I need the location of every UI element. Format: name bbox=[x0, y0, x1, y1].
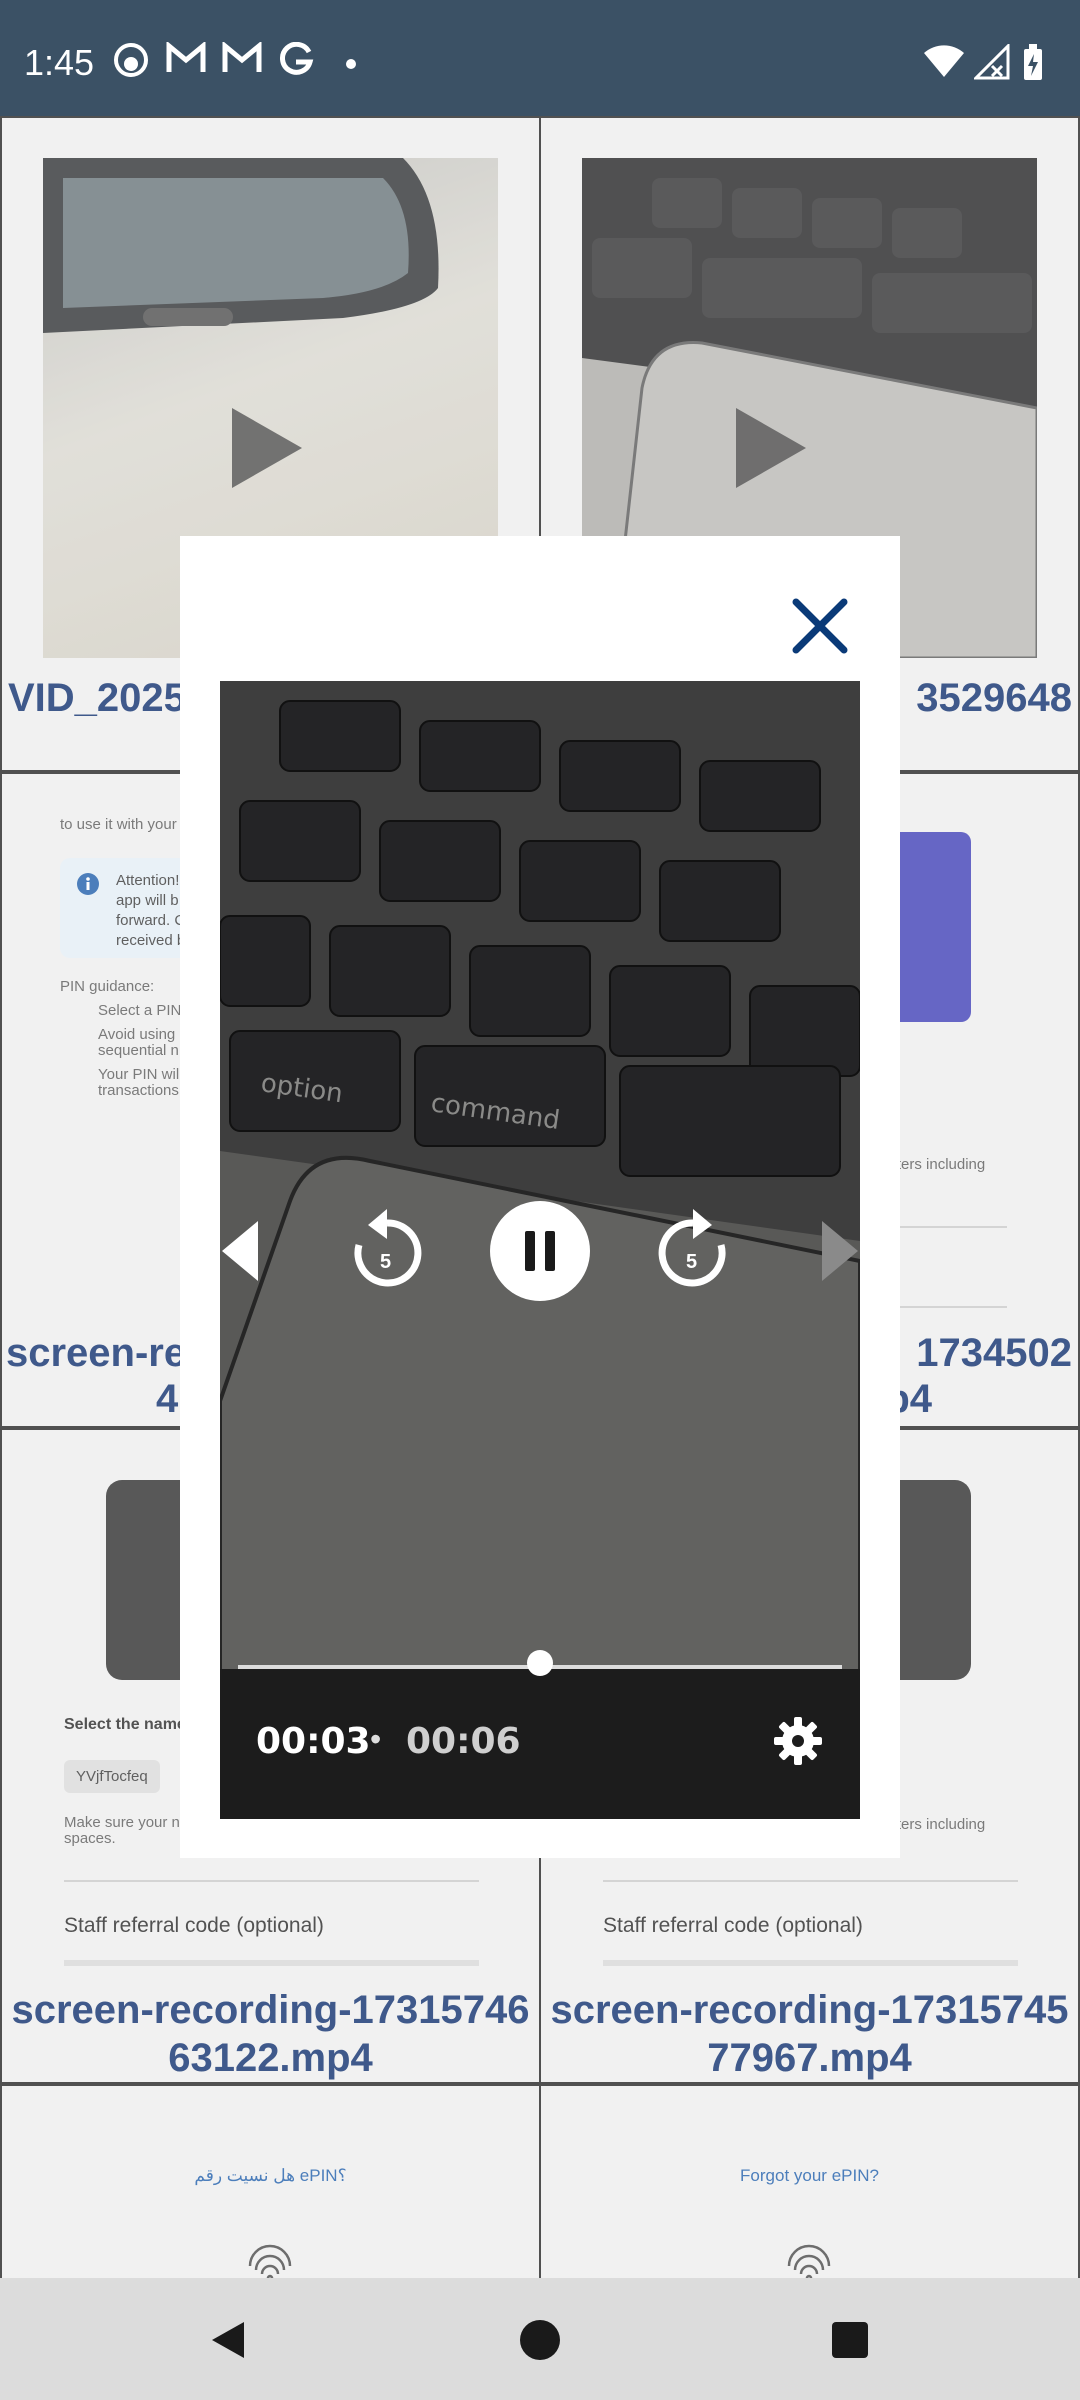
seek-thumb[interactable] bbox=[527, 1650, 553, 1676]
recents-icon[interactable] bbox=[828, 2318, 872, 2362]
home-icon[interactable] bbox=[518, 2318, 562, 2362]
current-time: 00:03 bbox=[256, 1721, 371, 1762]
pause-icon bbox=[525, 1231, 555, 1271]
close-icon[interactable] bbox=[780, 586, 860, 666]
previous-icon[interactable] bbox=[220, 1219, 260, 1283]
settings-icon[interactable] bbox=[770, 1713, 826, 1769]
progress-track[interactable] bbox=[238, 1650, 842, 1676]
forward-5-button[interactable]: 5 bbox=[656, 1209, 730, 1293]
total-time: 00:06 bbox=[406, 1721, 521, 1762]
next-icon[interactable] bbox=[820, 1219, 860, 1283]
video-frame[interactable]: command option 5 5 00:03 • 00:06 bbox=[220, 681, 860, 1819]
player-controls-bar: 00:03 • 00:06 bbox=[220, 1650, 860, 1819]
video-player-dialog: command option 5 5 00:03 • 00:06 bbox=[180, 536, 900, 1858]
navigation-bar bbox=[0, 2278, 1080, 2400]
back-icon[interactable] bbox=[206, 2318, 250, 2362]
rewind-5-button[interactable]: 5 bbox=[350, 1209, 424, 1293]
pause-button[interactable] bbox=[490, 1201, 590, 1301]
time-separator: • bbox=[370, 1721, 382, 1757]
